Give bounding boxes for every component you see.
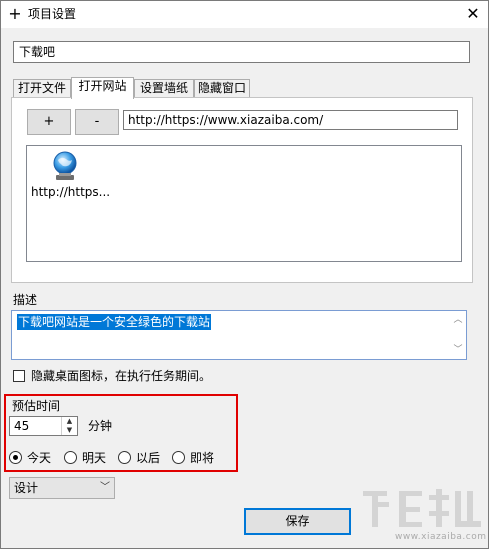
url-input[interactable]: http://https://www.xiazaiba.com/ — [123, 110, 458, 130]
add-url-button[interactable]: + — [27, 109, 71, 135]
website-list[interactable]: http://https... — [26, 145, 462, 262]
scroll-down-icon[interactable]: ﹀ — [453, 345, 463, 355]
radio-label: 即将 — [190, 451, 215, 465]
watermark-logo: www.xiazaiba.com — [359, 485, 487, 547]
radio-label: 明天 — [82, 451, 107, 465]
mode-select-value: 设计 — [14, 481, 39, 495]
project-name-input[interactable]: 下载吧 — [13, 41, 470, 63]
title-bar: + 项目设置 ✕ — [1, 1, 488, 28]
mode-select[interactable]: 设计 ﹀ — [9, 477, 115, 499]
radio-button[interactable] — [64, 451, 77, 464]
chevron-down-icon: ﹀ — [100, 482, 110, 493]
description-textarea[interactable]: 下载吧网站是一个安全绿色的下载站 ︿ ﹀ — [11, 310, 467, 360]
list-item-label: http://https... — [31, 185, 111, 199]
save-button[interactable]: 保存 — [244, 508, 351, 535]
tab-open-website[interactable]: 打开网站 — [71, 77, 134, 99]
remove-url-button[interactable]: - — [75, 109, 119, 135]
radio-button[interactable] — [9, 451, 22, 464]
hide-icons-checkbox[interactable] — [13, 370, 25, 382]
window-title: 项目设置 — [28, 7, 77, 21]
close-button[interactable]: ✕ — [459, 3, 487, 25]
radio-label: 今天 — [27, 451, 52, 465]
hide-icons-label: 隐藏桌面图标，在执行任务期间。 — [31, 369, 212, 383]
estimate-value: 45 — [14, 419, 30, 433]
description-scrollbar[interactable]: ︿ ﹀ — [450, 311, 466, 359]
estimate-unit: 分钟 — [88, 419, 113, 433]
stepper-buttons: ▲ ▼ — [61, 417, 77, 435]
watermark-text: www.xiazaiba.com — [395, 532, 487, 542]
radio-button[interactable] — [118, 451, 131, 464]
radio-label: 以后 — [136, 451, 161, 465]
plus-icon: + — [8, 4, 22, 23]
tab-open-file[interactable]: 打开文件 — [13, 79, 71, 98]
estimate-label: 预估时间 — [12, 399, 61, 413]
tab-set-wallpaper[interactable]: 设置墙纸 — [134, 79, 194, 98]
stepper-up-icon[interactable]: ▲ — [62, 417, 77, 426]
description-label: 描述 — [13, 293, 38, 307]
stepper-down-icon[interactable]: ▼ — [62, 426, 77, 435]
watermark-logo-graphic — [363, 489, 481, 527]
close-icon: ✕ — [466, 4, 480, 23]
globe-icon — [53, 151, 77, 180]
estimate-stepper[interactable]: 45 ▲ ▼ — [9, 416, 78, 436]
description-text: 下载吧网站是一个安全绿色的下载站 — [17, 314, 212, 330]
tab-hide-window[interactable]: 隐藏窗口 — [194, 79, 250, 98]
scroll-up-icon[interactable]: ︿ — [453, 315, 463, 325]
project-settings-window: + 项目设置 ✕ 下载吧 打开文件 打开网站 设置墙纸 隐藏窗口 + - htt… — [0, 0, 489, 549]
radio-button[interactable] — [172, 451, 185, 464]
